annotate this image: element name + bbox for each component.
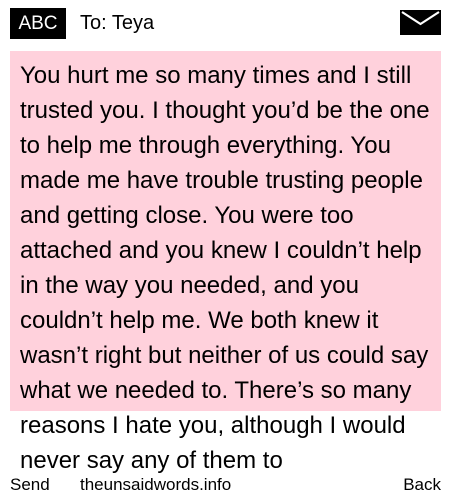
- input-mode-badge[interactable]: ABC: [10, 8, 66, 39]
- send-button[interactable]: Send: [10, 473, 50, 497]
- envelope-icon: [400, 10, 441, 35]
- back-button[interactable]: Back: [403, 473, 441, 497]
- message-text[interactable]: You hurt me so many times and I still tr…: [20, 58, 430, 478]
- softkey-bar: Send theunsaidwords.info Back: [0, 470, 450, 500]
- site-link[interactable]: theunsaidwords.info: [80, 473, 231, 497]
- message-header: ABC To: Teya: [0, 0, 450, 46]
- recipient-label: To: Teya: [80, 12, 155, 34]
